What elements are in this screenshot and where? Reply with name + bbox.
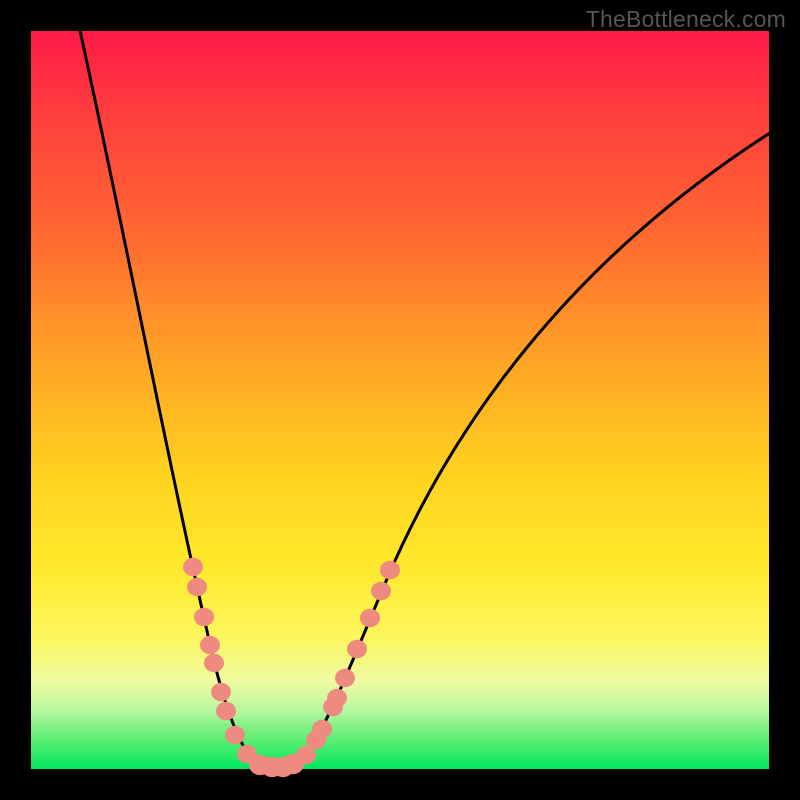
bottleneck-curve	[31, 31, 769, 769]
data-marker	[194, 608, 214, 626]
data-marker	[371, 582, 391, 600]
data-marker	[183, 558, 203, 576]
watermark-text: TheBottleneck.com	[586, 6, 786, 33]
data-marker	[335, 669, 355, 687]
data-marker	[200, 636, 220, 654]
data-marker	[347, 640, 367, 658]
data-marker	[204, 654, 224, 672]
data-marker	[282, 754, 304, 774]
data-marker	[225, 726, 245, 744]
data-marker	[312, 720, 332, 738]
chart-frame: TheBottleneck.com	[0, 0, 800, 800]
data-marker	[187, 578, 207, 596]
data-marker	[360, 609, 380, 627]
plot-area	[31, 31, 769, 769]
data-marker	[380, 561, 400, 579]
data-marker	[211, 683, 231, 701]
data-marker	[327, 689, 347, 707]
data-marker	[216, 702, 236, 720]
curve-left-branch	[79, 26, 277, 768]
